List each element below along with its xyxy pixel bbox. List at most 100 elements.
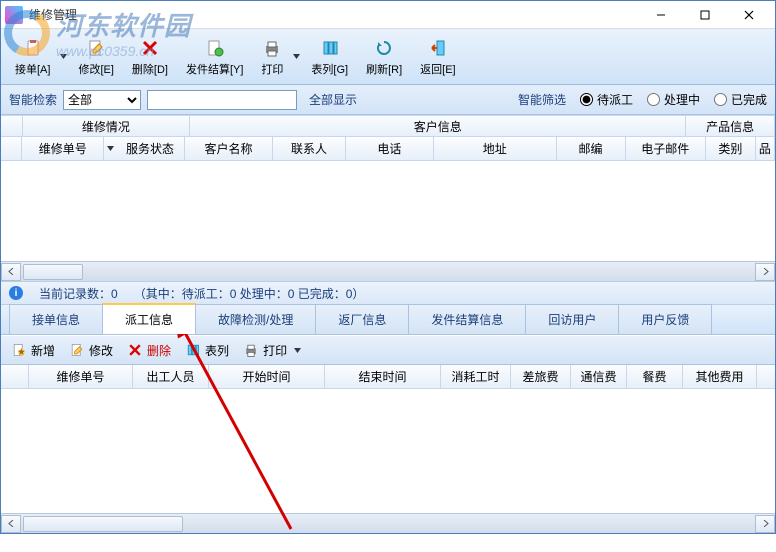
detail-column-header-cell[interactable]: 消耗工时 — [441, 365, 511, 388]
detail-column-header-cell[interactable]: 维修单号 — [29, 365, 133, 388]
toolbar-refresh-button[interactable]: 刷新[R] — [358, 33, 410, 81]
grid-column-header-cell[interactable]: 邮编 — [557, 137, 626, 160]
grid-group-header-cell[interactable]: 产品信息 — [686, 116, 775, 136]
clipboard-icon — [22, 37, 44, 59]
detail-hscrollbar[interactable] — [1, 513, 775, 533]
subtoolbar-new-page-button[interactable]: ★新增 — [11, 342, 55, 359]
tab-1[interactable]: 派工信息 — [102, 303, 196, 334]
status-bar: i 当前记录数：0 （其中：待派工：0 处理中：0 已完成：0） — [1, 281, 775, 305]
grid-column-header-cell[interactable]: 电子邮件 — [626, 137, 706, 160]
toolbar-printer-button[interactable]: 打印 — [253, 33, 291, 81]
title-bar: 维修管理 — [1, 1, 775, 29]
detail-tabs: 接单信息派工信息故障检测/处理返厂信息发件结算信息回访用户用户反馈 — [1, 305, 775, 335]
filter-radio[interactable]: 待派工 — [580, 91, 633, 108]
scroll-thumb[interactable] — [23, 264, 83, 280]
tab-3[interactable]: 返厂信息 — [315, 304, 409, 334]
toolbar-label: 返回[E] — [420, 61, 455, 77]
tab-0[interactable]: 接单信息 — [9, 304, 103, 334]
scroll-left-icon[interactable] — [1, 263, 21, 281]
toolbar-label: 打印 — [261, 61, 283, 77]
show-all-link[interactable]: 全部显示 — [309, 91, 357, 108]
delete-red-icon — [127, 342, 143, 358]
subtoolbar-page-edit-button[interactable]: 修改 — [69, 342, 113, 359]
window-title: 维修管理 — [29, 6, 639, 23]
info-icon: i — [9, 286, 23, 300]
tab-6[interactable]: 用户反馈 — [618, 304, 712, 334]
subtoolbar-label: 删除 — [147, 342, 171, 359]
grid-column-header-cell[interactable]: 电话 — [346, 137, 434, 160]
send-calc-icon — [204, 37, 226, 59]
detail-column-header-cell[interactable]: 出工人员 — [133, 365, 209, 388]
columns-icon — [319, 37, 341, 59]
toolbar-return-button[interactable]: 返回[E] — [412, 33, 463, 81]
grid-column-header-cell[interactable]: 类别 — [706, 137, 756, 160]
chevron-down-icon[interactable] — [104, 137, 115, 160]
detail-column-header-cell[interactable]: 通信费 — [571, 365, 627, 388]
tab-5[interactable]: 回访用户 — [525, 304, 619, 334]
detail-column-header-cell[interactable]: 开始时间 — [209, 365, 325, 388]
grid-column-header-cell[interactable]: 客户名称 — [185, 137, 273, 160]
subtoolbar-delete-red-button[interactable]: 删除 — [127, 342, 171, 359]
scroll-left-icon[interactable] — [1, 515, 21, 533]
scroll-thumb[interactable] — [23, 516, 183, 532]
toolbar-send-calc-button[interactable]: 发件结算[Y] — [178, 33, 251, 81]
refresh-icon — [373, 37, 395, 59]
grid-column-header-cell[interactable]: 服务状态 — [116, 137, 185, 160]
subtoolbar-label: 表列 — [205, 342, 229, 359]
subtoolbar-label: 打印 — [263, 342, 287, 359]
chevron-down-icon[interactable] — [291, 53, 301, 60]
svg-text:★: ★ — [17, 347, 26, 358]
page-edit-icon — [69, 342, 85, 358]
delete-red-icon — [139, 37, 161, 59]
filter-radio[interactable]: 已完成 — [714, 91, 767, 108]
grid-group-header: 维修情况客户信息产品信息 — [1, 115, 775, 137]
grid-group-header-cell[interactable]: 维修情况 — [23, 116, 190, 136]
filter-radio[interactable]: 处理中 — [647, 91, 700, 108]
search-input[interactable] — [147, 90, 297, 110]
close-button[interactable] — [727, 1, 771, 29]
detail-column-header-cell[interactable]: 餐费 — [627, 365, 683, 388]
subtoolbar-label: 修改 — [89, 342, 113, 359]
page-edit-icon — [85, 37, 107, 59]
chevron-down-icon[interactable] — [294, 343, 301, 357]
grid-column-header-cell[interactable]: 地址 — [434, 137, 557, 160]
grid-group-header-cell[interactable]: 客户信息 — [190, 116, 686, 136]
grid-column-header-cell[interactable]: 联系人 — [273, 137, 346, 160]
window-controls — [639, 1, 771, 29]
tab-2[interactable]: 故障检测/处理 — [195, 304, 316, 334]
grid-body — [1, 161, 775, 261]
printer-icon — [261, 37, 283, 59]
detail-column-header-cell[interactable]: 其他费用 — [683, 365, 757, 388]
sub-toolbar: ★新增 修改 删除 表列 打印 — [1, 335, 775, 365]
tab-4[interactable]: 发件结算信息 — [408, 304, 526, 334]
record-breakdown: （其中：待派工：0 处理中：0 已完成：0） — [134, 285, 365, 302]
toolbar-label: 表列[G] — [311, 61, 348, 77]
grid-hscrollbar[interactable] — [1, 261, 775, 281]
detail-grid-body — [1, 389, 775, 513]
scroll-right-icon[interactable] — [755, 263, 775, 281]
detail-column-header-cell[interactable]: 结束时间 — [325, 365, 441, 388]
subtoolbar-printer-button[interactable]: 打印 — [243, 342, 301, 359]
toolbar-page-edit-button[interactable]: 修改[E] — [70, 33, 121, 81]
toolbar-clipboard-button[interactable]: 接单[A] — [7, 33, 58, 81]
chevron-down-icon[interactable] — [58, 53, 68, 60]
minimize-button[interactable] — [639, 1, 683, 29]
search-bar: 智能检索 全部 全部显示 智能筛选 待派工处理中已完成 — [1, 85, 775, 115]
filter-radio-group: 待派工处理中已完成 — [580, 91, 767, 108]
toolbar-columns-button[interactable]: 表列[G] — [303, 33, 356, 81]
detail-column-header-cell[interactable]: 差旅费 — [511, 365, 571, 388]
app-icon — [5, 6, 23, 24]
printer-icon — [243, 342, 259, 358]
grid-column-header-cell[interactable]: 品 — [756, 137, 775, 160]
scroll-right-icon[interactable] — [755, 515, 775, 533]
maximize-button[interactable] — [683, 1, 727, 29]
toolbar-label: 发件结算[Y] — [186, 61, 243, 77]
grid-corner — [1, 365, 29, 388]
grid-corner — [1, 137, 22, 160]
grid-corner — [1, 116, 23, 136]
toolbar-delete-red-button[interactable]: 删除[D] — [124, 33, 176, 81]
main-toolbar: 接单[A]修改[E]删除[D] 发件结算[Y] 打印 表列[G] 刷新[R] 返回[E] — [1, 29, 775, 85]
search-select[interactable]: 全部 — [63, 90, 141, 110]
grid-column-header-cell[interactable]: 维修单号 — [22, 137, 104, 160]
subtoolbar-columns-button[interactable]: 表列 — [185, 342, 229, 359]
